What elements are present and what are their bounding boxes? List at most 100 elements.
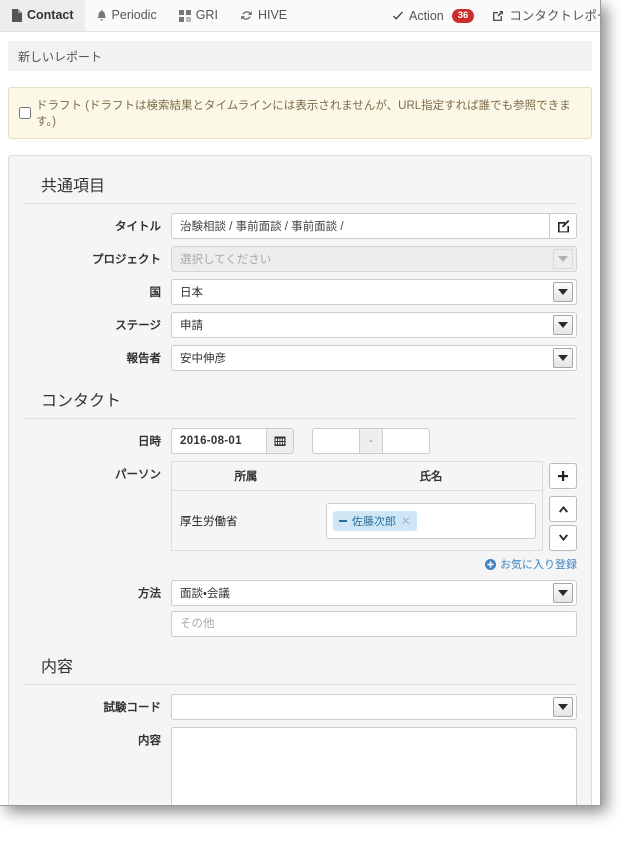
person-table: 所属 氏名 厚生労働省 佐藤次郎 ✕: [171, 461, 543, 551]
nav-right-group: Action 36 コンタクトレポートの使: [383, 0, 600, 32]
edit-square-icon: [557, 219, 570, 233]
field-row-trial-code: 試験コード: [23, 693, 577, 720]
person-chip-input[interactable]: 佐藤次郎 ✕: [325, 502, 536, 539]
time-to-input[interactable]: [382, 428, 430, 454]
country-select-value: 日本: [180, 287, 203, 299]
person-org-cell: 厚生労働省: [171, 490, 320, 551]
external-link-icon: [492, 10, 504, 22]
chevron-down-icon: [553, 282, 573, 302]
label-datetime: 日時: [138, 436, 161, 448]
chevron-down-icon: [553, 582, 573, 603]
nav-external-link[interactable]: コンタクトレポートの使: [483, 8, 600, 23]
label-country: 国: [149, 287, 162, 299]
chevron-down-icon: [553, 249, 573, 269]
nav-external-label: コンタクトレポートの使: [509, 8, 600, 23]
check-icon: [392, 11, 404, 22]
report-form-panel: 共通項目 タイトル プロジェクト 選択してください: [8, 155, 592, 805]
app-window: Contact Periodic GRI HIVE Action 36 コンタク…: [0, 0, 601, 806]
nav-tab-gri-label: GRI: [195, 8, 218, 23]
label-title: タイトル: [115, 221, 161, 233]
person-column-org: 所属: [171, 461, 320, 491]
nav-action-label: Action: [409, 8, 444, 23]
calendar-icon: [274, 435, 286, 447]
page-title: 新しいレポート: [18, 49, 103, 64]
draft-checkbox[interactable]: [19, 107, 31, 119]
field-row-project: プロジェクト 選択してください: [23, 246, 577, 272]
field-row-stage: ステージ 申請: [23, 312, 577, 338]
stage-select[interactable]: 申請: [171, 312, 577, 338]
person-name-cell: 佐藤次郎 ✕: [319, 490, 543, 551]
person-chip-label: 佐藤次郎: [351, 515, 396, 528]
date-input[interactable]: [171, 428, 266, 454]
field-row-title: タイトル: [23, 213, 577, 239]
label-project: プロジェクト: [92, 254, 161, 266]
field-row-method: 方法 面談・会議: [23, 579, 577, 637]
plus-icon: [558, 471, 568, 481]
person-chip[interactable]: 佐藤次郎 ✕: [332, 510, 417, 531]
bell-icon: [96, 9, 107, 22]
reporter-select-value: 安中伸彦: [180, 353, 226, 365]
nav-tab-periodic-label: Periodic: [111, 8, 157, 23]
content-textarea[interactable]: [171, 726, 577, 805]
action-count-badge: 36: [451, 9, 475, 23]
chevron-down-icon: [553, 348, 573, 368]
field-row-reporter: 報告者 安中伸彦: [23, 345, 577, 371]
nav-tab-gri[interactable]: GRI: [168, 0, 229, 31]
grid-icon: [178, 9, 191, 22]
person-table-header-row: 所属 氏名: [171, 461, 543, 491]
section-heading-content: 内容: [23, 647, 577, 685]
add-person-button[interactable]: [549, 463, 577, 489]
circle-plus-icon: [485, 558, 496, 570]
draft-banner: ドラフト (ドラフトは検索結果とタイムラインには表示されませんが、URL指定すれ…: [8, 87, 592, 139]
calendar-button[interactable]: [266, 428, 294, 454]
reporter-select[interactable]: 安中伸彦: [171, 345, 577, 371]
move-person-down-button[interactable]: [549, 525, 577, 551]
time-from-input[interactable]: [312, 428, 360, 454]
person-row-controls: [549, 461, 577, 551]
move-person-up-button[interactable]: [549, 496, 577, 522]
project-select[interactable]: 選択してください: [171, 246, 577, 272]
field-row-content-body: 内容: [23, 726, 577, 805]
project-select-value: 選択してください: [180, 254, 272, 266]
chevron-down-icon: [558, 534, 569, 542]
chevron-down-icon: [553, 315, 573, 335]
nav-action-link[interactable]: Action 36: [383, 9, 483, 23]
top-navigation: Contact Periodic GRI HIVE Action 36 コンタク…: [0, 0, 600, 32]
label-person: パーソン: [115, 469, 161, 481]
chevron-up-icon: [558, 505, 569, 513]
trial-code-select[interactable]: [171, 693, 577, 720]
label-stage: ステージ: [115, 320, 161, 332]
nav-tab-hive-label: HIVE: [257, 8, 288, 23]
file-icon: [11, 9, 22, 22]
method-other-input[interactable]: [171, 610, 577, 637]
stage-select-value: 申請: [180, 320, 203, 332]
minus-icon: [338, 519, 347, 522]
close-icon[interactable]: ✕: [401, 514, 411, 528]
method-select-value: 面談・会議: [180, 587, 230, 600]
time-separator: -: [360, 428, 382, 454]
label-trial-code: 試験コード: [103, 701, 162, 714]
title-edit-button[interactable]: [549, 213, 577, 239]
person-column-name: 氏名: [319, 461, 543, 491]
label-method: 方法: [138, 587, 161, 600]
nav-tab-contact-label: Contact: [27, 8, 74, 23]
country-select[interactable]: 日本: [171, 279, 577, 305]
title-input[interactable]: [171, 213, 550, 239]
favorite-line: お気に入り登録: [171, 556, 577, 573]
field-row-person: パーソン 所属 氏名 厚生労働省 佐藤次郎 ✕ お気に入り登録: [23, 461, 577, 573]
favorite-register-label: お気に入り登録: [500, 559, 577, 571]
nav-tab-contact[interactable]: Contact: [0, 0, 85, 31]
page-title-strip: 新しいレポート: [8, 41, 592, 71]
refresh-icon: [240, 9, 253, 22]
nav-tab-hive[interactable]: HIVE: [229, 0, 298, 31]
label-content-body: 内容: [138, 734, 161, 747]
label-reporter: 報告者: [126, 353, 162, 365]
method-select[interactable]: 面談・会議: [171, 579, 577, 606]
chevron-down-icon: [553, 696, 573, 717]
table-row: 厚生労働省 佐藤次郎 ✕: [171, 490, 543, 551]
nav-tab-periodic[interactable]: Periodic: [85, 0, 168, 31]
field-row-country: 国 日本: [23, 279, 577, 305]
draft-label: ドラフト (ドラフトは検索結果とタイムラインには表示されませんが、URL指定すれ…: [36, 100, 571, 128]
favorite-register-link[interactable]: お気に入り登録: [485, 556, 577, 572]
field-row-datetime: 日時 -: [23, 428, 577, 454]
